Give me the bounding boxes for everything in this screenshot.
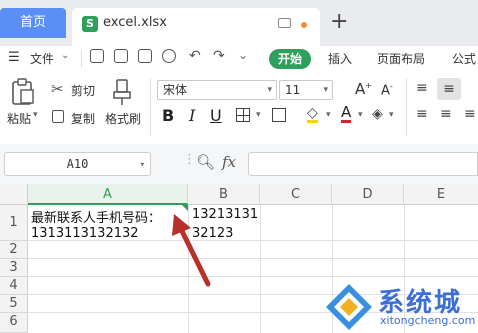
file-name: excel.xlsx	[103, 15, 167, 30]
fx-icon[interactable]: fx	[222, 153, 236, 171]
name-box[interactable]: A10 ▾	[4, 152, 151, 176]
chevron-down-icon: ▾	[139, 160, 145, 170]
underline-icon[interactable]: U	[210, 106, 222, 125]
hamburger-icon[interactable]: ☰	[8, 50, 20, 65]
menu-file[interactable]: 文件	[30, 50, 54, 67]
format-painter-button[interactable]: 格式刷	[105, 110, 141, 127]
undo-icon[interactable]: ↶	[189, 48, 201, 64]
spreadsheet-icon: S	[82, 16, 98, 32]
font-size-value: 11	[285, 83, 301, 97]
font-color-dropdown-icon[interactable]: ▾	[358, 110, 363, 120]
column-header-a[interactable]: A	[28, 184, 188, 205]
gridline	[28, 258, 478, 259]
chevron-down-icon[interactable]: ⌄	[61, 50, 69, 61]
cell-a1-line1: 最新联系人手机号码：	[31, 211, 162, 226]
cut-icon[interactable]: ✂	[51, 80, 64, 98]
menu-bar: ☰ 文件 ⌄ ↶ ↷ ⌄ 开始 插入 页面布局 公式	[0, 46, 478, 72]
clear-dropdown-icon[interactable]: ▾	[389, 110, 394, 120]
tab-page-layout[interactable]: 页面布局	[377, 50, 425, 67]
align-middle-icon[interactable]: ≡	[437, 78, 461, 100]
align-top-icon[interactable]: ≡	[416, 80, 428, 96]
redo-icon[interactable]: ↷	[213, 48, 225, 64]
row-header-2[interactable]: 2	[0, 241, 28, 259]
gridline	[28, 276, 478, 277]
name-box-splitter-icon[interactable]: ⋮	[183, 152, 196, 167]
align-center-icon[interactable]: ≡	[440, 106, 452, 122]
watermark-url: xitongcheng.com	[380, 314, 476, 327]
row-header-6[interactable]: 6	[0, 313, 28, 333]
print-preview-icon[interactable]	[162, 49, 176, 63]
copy-icon[interactable]	[52, 110, 64, 123]
border-dropdown-icon[interactable]: ▾	[256, 110, 261, 120]
row-header-5[interactable]: 5	[0, 295, 28, 313]
font-name-value: 宋体	[163, 83, 188, 97]
watermark-logo-icon	[326, 284, 372, 330]
cell-reference: A10	[66, 157, 89, 171]
tab-formula[interactable]: 公式	[452, 50, 476, 67]
row-header-4[interactable]: 4	[0, 277, 28, 295]
bold-icon[interactable]: B	[162, 106, 174, 125]
decrease-font-icon[interactable]: A-	[381, 82, 393, 98]
tab-insert[interactable]: 插入	[328, 50, 352, 67]
more-chevron-icon[interactable]: ⌄	[238, 48, 248, 62]
tab-file[interactable]: S excel.xlsx	[72, 8, 320, 46]
ribbon: 粘贴 ▾ ✂ 剪切 复制 格式刷 宋体 ▾ 11 ▾ A+ A- B I U ▾…	[0, 72, 478, 145]
ribbon-divider	[150, 78, 151, 136]
column-header-e[interactable]: E	[404, 184, 478, 205]
fill-color-icon[interactable]: ◇	[307, 106, 318, 123]
tab-start[interactable]: 开始	[269, 49, 311, 69]
paste-button-label[interactable]: 粘贴	[7, 110, 31, 127]
new-tab-plus-icon[interactable]: +	[330, 10, 348, 34]
format-painter-icon[interactable]	[111, 78, 133, 106]
copy-button[interactable]: 复制	[71, 110, 95, 127]
chevron-down-icon: ▾	[267, 85, 272, 95]
cell-b1-line2: 32123	[192, 226, 234, 241]
unsaved-dot-icon	[301, 22, 307, 28]
chevron-down-icon: ▾	[323, 85, 328, 95]
paste-dropdown-icon[interactable]: ▾	[33, 110, 38, 120]
tab-home[interactable]: 首页	[0, 8, 66, 38]
border-icon[interactable]	[236, 108, 250, 122]
row-header-1[interactable]: 1	[0, 205, 28, 241]
select-all-corner[interactable]	[0, 184, 28, 205]
column-header-d[interactable]: D	[332, 184, 404, 205]
save-icon[interactable]	[90, 49, 104, 63]
gridline	[260, 205, 261, 333]
ribbon-divider	[406, 78, 407, 136]
align-left-icon[interactable]: ≡	[416, 106, 428, 122]
formula-input[interactable]	[248, 152, 478, 176]
column-header-c[interactable]: C	[260, 184, 332, 205]
row-header-3[interactable]: 3	[0, 259, 28, 277]
cell-a1-line2: 1313113132132	[31, 226, 139, 241]
merge-cells-icon[interactable]	[272, 108, 286, 122]
cut-button[interactable]: 剪切	[71, 82, 95, 99]
fill-dropdown-icon[interactable]: ▾	[326, 110, 331, 120]
menu-divider	[81, 49, 82, 67]
align-right-icon[interactable]: ≡	[464, 106, 476, 122]
font-size-select[interactable]: 11 ▾	[279, 80, 333, 100]
italic-icon[interactable]: I	[189, 106, 195, 125]
font-name-select[interactable]: 宋体 ▾	[157, 80, 277, 100]
increase-font-icon[interactable]: A+	[355, 80, 372, 98]
print-icon[interactable]	[138, 49, 152, 63]
monitor-icon[interactable]	[278, 18, 291, 28]
export-pdf-icon[interactable]	[114, 49, 128, 63]
clear-format-icon[interactable]: ◈	[372, 106, 383, 122]
cell-b1-line1: 13213131	[192, 207, 259, 222]
column-header-b[interactable]: B	[188, 184, 260, 205]
search-zoom-icon[interactable]: 🔍︎	[196, 153, 215, 171]
paste-icon[interactable]	[10, 78, 36, 106]
font-color-icon[interactable]: A	[341, 105, 352, 123]
